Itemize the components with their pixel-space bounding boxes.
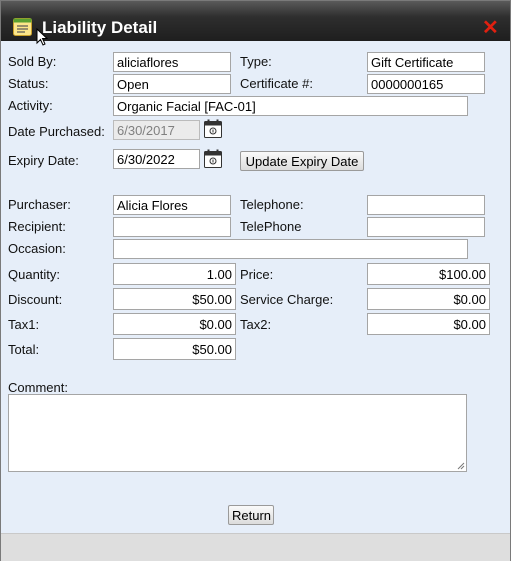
date-purchased-label: Date Purchased: [8, 124, 105, 139]
tax2-label: Tax2: [240, 317, 272, 332]
quantity-input[interactable] [113, 263, 236, 285]
status-bar [1, 533, 510, 561]
certificate-label: Certificate #: [240, 76, 313, 91]
close-icon[interactable]: ✕ [482, 18, 499, 38]
calendar-icon[interactable] [204, 119, 222, 138]
recipient-telephone-label: TelePhone [240, 219, 302, 234]
sold-by-label: Sold By: [8, 54, 57, 69]
purchaser-label: Purchaser: [8, 197, 71, 212]
comment-label: Comment: [8, 380, 68, 395]
tax2-input[interactable] [367, 313, 490, 335]
activity-label: Activity: [8, 98, 53, 113]
update-expiry-date-button[interactable]: Update Expiry Date [240, 151, 364, 171]
resize-grip-icon[interactable] [457, 462, 465, 470]
dialog-title: Liability Detail [42, 18, 158, 37]
notepad-icon [13, 18, 32, 36]
service-charge-label: Service Charge: [240, 292, 334, 307]
purchaser-input[interactable] [113, 195, 231, 215]
quantity-label: Quantity: [8, 267, 61, 282]
telephone-label: Telephone: [240, 197, 304, 212]
status-label: Status: [8, 76, 49, 91]
type-input[interactable] [367, 52, 485, 72]
recipient-input[interactable] [113, 217, 231, 237]
price-input[interactable] [367, 263, 490, 285]
occasion-input[interactable] [113, 239, 468, 259]
liability-detail-dialog: Liability Detail ✕ Sold By: Type: Status… [0, 0, 511, 561]
calendar-icon[interactable] [204, 149, 222, 168]
occasion-label: Occasion: [8, 241, 66, 256]
telephone-input[interactable] [367, 195, 485, 215]
discount-input[interactable] [113, 288, 236, 310]
sold-by-input[interactable] [113, 52, 231, 72]
total-label: Total: [8, 342, 40, 357]
service-charge-input[interactable] [367, 288, 490, 310]
expiry-date-label: Expiry Date: [8, 153, 79, 168]
discount-label: Discount: [8, 292, 63, 307]
expiry-date-input[interactable] [113, 149, 200, 169]
certificate-input[interactable] [367, 74, 485, 94]
type-label: Type: [240, 54, 272, 69]
title-bar[interactable]: Liability Detail ✕ [1, 1, 510, 41]
comment-textarea[interactable] [8, 394, 467, 472]
date-purchased-input [113, 120, 200, 140]
price-label: Price: [240, 267, 274, 282]
recipient-telephone-input[interactable] [367, 217, 485, 237]
status-input[interactable] [113, 74, 231, 94]
recipient-label: Recipient: [8, 219, 66, 234]
mouse-pointer-icon [36, 28, 48, 46]
tax1-input[interactable] [113, 313, 236, 335]
total-input[interactable] [113, 338, 236, 360]
tax1-label: Tax1: [8, 317, 40, 332]
return-button[interactable]: Return [228, 505, 274, 525]
activity-input[interactable] [113, 96, 468, 116]
